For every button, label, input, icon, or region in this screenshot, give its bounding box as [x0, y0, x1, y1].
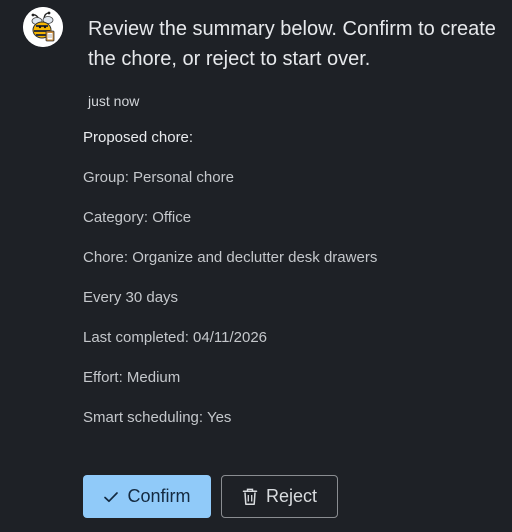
summary-group: Group: Personal chore — [83, 169, 234, 186]
summary-chore: Chore: Organize and declutter desk drawe… — [83, 249, 378, 266]
summary-category: Category: Office — [83, 209, 192, 226]
summary-effort: Effort: Medium — [83, 369, 181, 386]
summary-heading: Proposed chore: — [83, 129, 194, 146]
check-icon — [104, 491, 119, 502]
summary-last-completed: Last completed: 04/11/2026 — [83, 329, 268, 346]
bee-icon — [23, 7, 63, 47]
confirm-label: Confirm — [127, 486, 191, 506]
reject-label: Reject — [265, 486, 318, 506]
trash-icon — [242, 488, 258, 505]
reject-button[interactable]: Reject — [221, 475, 338, 518]
chore-summary: Proposed chore: Group: Personal chore Ca… — [83, 128, 503, 448]
assistant-avatar — [23, 7, 63, 47]
confirm-button[interactable]: Confirm — [83, 475, 211, 518]
message-timestamp: just now — [88, 93, 140, 109]
summary-smart-scheduling: Smart scheduling: Yes — [83, 409, 232, 426]
assistant-message: Review the summary below. Confirm to cre… — [88, 18, 496, 70]
summary-frequency: Every 30 days — [83, 289, 179, 306]
